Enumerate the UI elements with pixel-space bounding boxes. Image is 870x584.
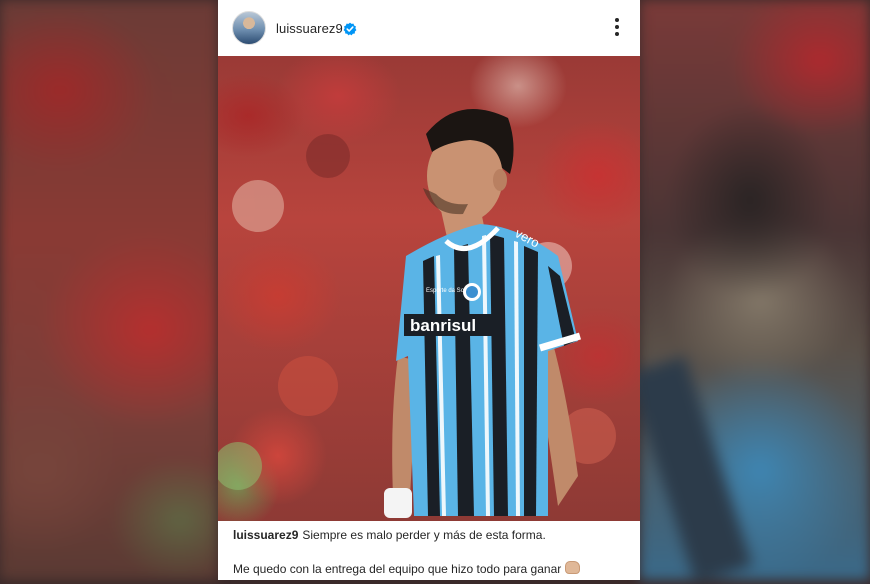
caption-line-2: Me quedo con la entrega del equipo que h… <box>233 561 581 576</box>
instagram-post: luissuarez9 banrisul vero Esporte da Sor… <box>218 0 640 580</box>
caption-line-1: luissuarez9 Siempre es malo perder y más … <box>233 528 546 542</box>
background-left-blur <box>0 0 218 580</box>
post-caption: luissuarez9 Siempre es malo perder y más … <box>218 521 640 580</box>
caption-text-2: Me quedo con la entrega del equipo que h… <box>233 562 562 576</box>
background-stripe <box>627 356 753 584</box>
post-header: luissuarez9 <box>218 0 640 56</box>
more-options-icon[interactable] <box>614 18 620 38</box>
post-photo[interactable]: banrisul vero Esporte da Sorte <box>218 56 640 521</box>
player-illustration: banrisul vero Esporte da Sorte <box>218 109 616 518</box>
avatar[interactable] <box>232 11 266 45</box>
caption-username[interactable]: luissuarez9 <box>233 528 298 542</box>
post-username[interactable]: luissuarez9 <box>276 21 343 36</box>
jersey-sponsor-text: banrisul <box>410 316 476 335</box>
raised-fist-icon <box>565 561 581 574</box>
background-right-blur <box>627 0 870 584</box>
caption-text-1: Siempre es malo perder y más de esta for… <box>302 528 546 542</box>
verified-badge-icon <box>343 22 357 36</box>
